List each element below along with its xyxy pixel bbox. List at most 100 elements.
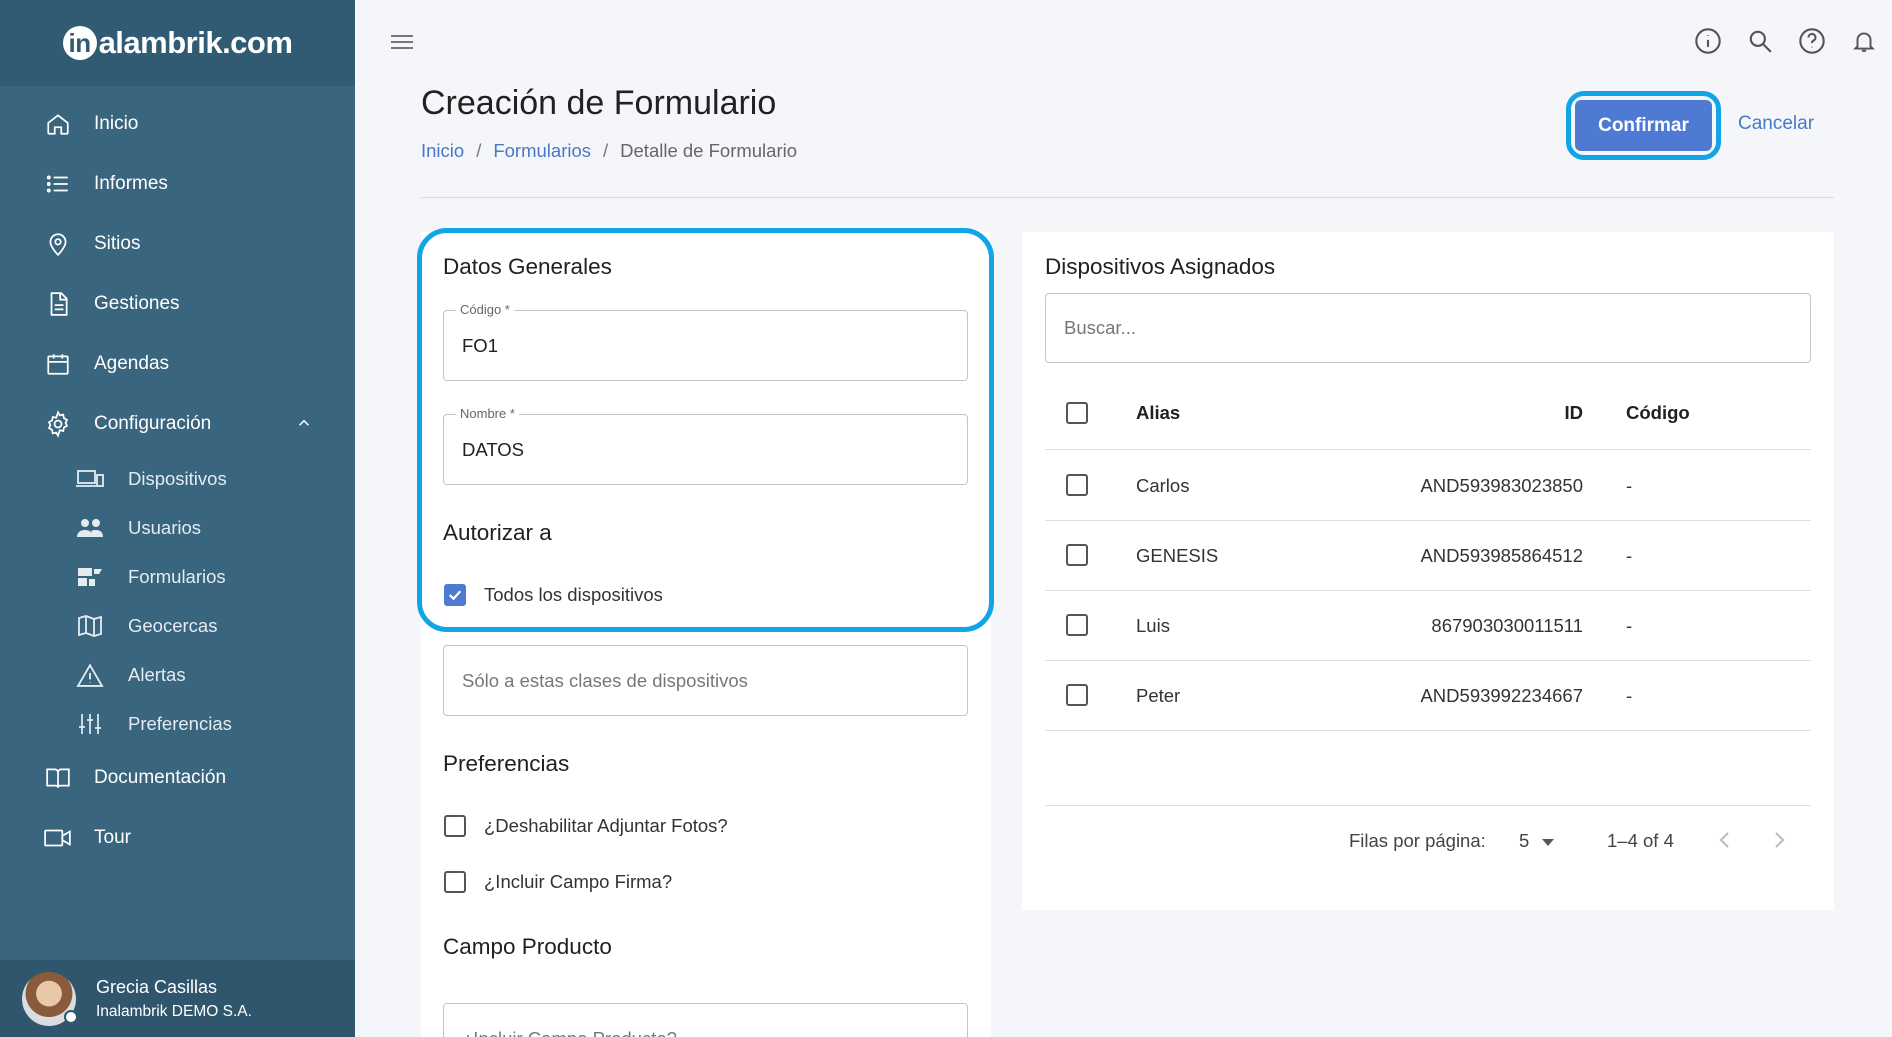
video-icon bbox=[44, 824, 72, 852]
table-row[interactable]: Luis 867903030011511 - bbox=[1045, 591, 1811, 661]
book-icon bbox=[44, 764, 72, 792]
search-icon[interactable] bbox=[1746, 26, 1774, 56]
table-header: Alias ID Código bbox=[1045, 377, 1811, 450]
row-checkbox[interactable] bbox=[1066, 614, 1088, 636]
document-icon bbox=[44, 290, 72, 318]
row-codigo: - bbox=[1626, 615, 1633, 636]
row-checkbox[interactable] bbox=[1066, 544, 1088, 566]
pref-firma-checkbox-row[interactable]: ¿Incluir Campo Firma? bbox=[444, 871, 672, 893]
map-icon bbox=[76, 613, 104, 639]
sidebar: in alambrik.com Inicio Informes Sitios G… bbox=[0, 0, 355, 1037]
table-row[interactable]: Peter AND593992234667 - bbox=[1045, 661, 1811, 731]
breadcrumb-formularios[interactable]: Formularios bbox=[493, 140, 591, 161]
logo-text: alambrik.com bbox=[98, 25, 293, 60]
topbar bbox=[355, 0, 1892, 86]
home-icon bbox=[44, 110, 72, 138]
list-icon bbox=[44, 170, 72, 198]
bell-icon[interactable] bbox=[1850, 26, 1878, 56]
sidebar-item-usuarios[interactable]: Usuarios bbox=[0, 503, 355, 552]
confirm-button[interactable]: Confirmar bbox=[1575, 100, 1712, 151]
help-icon[interactable] bbox=[1798, 26, 1826, 56]
hamburger-menu-icon[interactable] bbox=[389, 30, 415, 54]
row-codigo: - bbox=[1626, 475, 1633, 496]
row-alias: GENESIS bbox=[1136, 545, 1219, 566]
sliders-icon bbox=[76, 711, 104, 737]
pref-fotos-checkbox[interactable] bbox=[444, 815, 466, 837]
users-icon bbox=[76, 515, 104, 541]
sidebar-item-tour[interactable]: Tour bbox=[0, 808, 355, 868]
section-title-datos-generales: Datos Generales bbox=[443, 254, 612, 279]
chevron-right-icon[interactable] bbox=[1771, 830, 1787, 855]
row-id: 867903030011511 bbox=[1431, 615, 1583, 636]
column-header-id[interactable]: ID bbox=[1565, 402, 1584, 424]
breadcrumb: Inicio / Formularios / Detalle de Formulario bbox=[421, 140, 797, 162]
row-checkbox[interactable] bbox=[1066, 474, 1088, 496]
row-checkbox[interactable] bbox=[1066, 684, 1088, 706]
clases-dispositivos-field[interactable] bbox=[443, 645, 968, 716]
user-company: Inalambrik DEMO S.A. bbox=[96, 1002, 252, 1020]
page-title: Creación de Formulario bbox=[421, 84, 777, 122]
todos-dispositivos-label: Todos los dispositivos bbox=[484, 584, 663, 605]
rows-per-page-select[interactable]: 5 bbox=[1519, 830, 1555, 852]
column-header-codigo[interactable]: Código bbox=[1626, 402, 1690, 424]
select-all-checkbox[interactable] bbox=[1066, 402, 1088, 424]
info-icon[interactable] bbox=[1694, 26, 1722, 56]
brand-logo[interactable]: in alambrik.com bbox=[62, 25, 293, 61]
pref-firma-checkbox[interactable] bbox=[444, 871, 466, 893]
row-alias: Carlos bbox=[1136, 475, 1190, 496]
header-divider bbox=[421, 197, 1834, 198]
gear-icon bbox=[44, 410, 72, 438]
sidebar-item-dispositivos[interactable]: Dispositivos bbox=[0, 454, 355, 503]
column-header-alias[interactable]: Alias bbox=[1136, 402, 1180, 424]
location-icon bbox=[44, 230, 72, 258]
calendar-icon bbox=[44, 350, 72, 378]
breadcrumb-separator: / bbox=[476, 140, 482, 161]
sidebar-item-inicio[interactable]: Inicio bbox=[0, 94, 355, 154]
chevron-up-icon[interactable] bbox=[295, 414, 313, 438]
top-icons bbox=[1694, 26, 1878, 56]
sidebar-item-geocercas[interactable]: Geocercas bbox=[0, 601, 355, 650]
rows-per-page-value: 5 bbox=[1519, 830, 1530, 851]
nombre-input[interactable] bbox=[462, 415, 952, 484]
sidebar-item-agendas[interactable]: Agendas bbox=[0, 334, 355, 394]
clases-dispositivos-input[interactable] bbox=[462, 646, 952, 715]
chevron-left-icon[interactable] bbox=[1717, 830, 1733, 855]
row-id: AND593992234667 bbox=[1420, 685, 1583, 706]
sidebar-item-preferencias[interactable]: Preferencias bbox=[0, 699, 355, 748]
breadcrumb-separator: / bbox=[603, 140, 609, 161]
sidebar-item-formularios[interactable]: Formularios bbox=[0, 552, 355, 601]
section-title-campo-producto: Campo Producto bbox=[443, 934, 612, 959]
status-dot bbox=[64, 1009, 78, 1024]
todos-dispositivos-checkbox-row[interactable]: Todos los dispositivos bbox=[444, 584, 663, 606]
row-id: AND593983023850 bbox=[1420, 475, 1583, 496]
pagination-range: 1–4 of 4 bbox=[1607, 830, 1674, 851]
breadcrumb-inicio[interactable]: Inicio bbox=[421, 140, 464, 161]
producto-select[interactable] bbox=[443, 1003, 968, 1037]
todos-dispositivos-checkbox[interactable] bbox=[444, 584, 466, 606]
sidebar-item-informes[interactable]: Informes bbox=[0, 154, 355, 214]
sidebar-item-gestiones[interactable]: Gestiones bbox=[0, 274, 355, 334]
row-id: AND593985864512 bbox=[1420, 545, 1583, 566]
nombre-field[interactable]: Nombre * bbox=[443, 406, 968, 485]
pref-fotos-checkbox-row[interactable]: ¿Deshabilitar Adjuntar Fotos? bbox=[444, 815, 728, 837]
cancel-button[interactable]: Cancelar bbox=[1738, 113, 1814, 135]
devices-search-field[interactable] bbox=[1045, 293, 1811, 363]
table-pagination: Filas por página: 5 1–4 of 4 bbox=[1045, 805, 1811, 875]
codigo-field[interactable]: Código * bbox=[443, 302, 968, 381]
user-profile[interactable]: Grecia Casillas Inalambrik DEMO S.A. bbox=[0, 960, 355, 1037]
table-row[interactable]: Carlos AND593983023850 - bbox=[1045, 451, 1811, 521]
section-title-preferencias: Preferencias bbox=[443, 751, 570, 776]
avatar bbox=[22, 971, 78, 1026]
codigo-input[interactable] bbox=[462, 311, 952, 380]
row-codigo: - bbox=[1626, 545, 1633, 566]
section-title-dispositivos: Dispositivos Asignados bbox=[1045, 254, 1276, 279]
sidebar-item-configuracion[interactable]: Configuración bbox=[0, 394, 355, 454]
sidebar-item-alertas[interactable]: Alertas bbox=[0, 650, 355, 699]
table-row[interactable]: GENESIS AND593985864512 - bbox=[1045, 521, 1811, 591]
devices-search-input[interactable] bbox=[1064, 294, 1784, 362]
sidebar-item-sitios[interactable]: Sitios bbox=[0, 214, 355, 274]
producto-select-input[interactable] bbox=[462, 1004, 952, 1037]
sidebar-item-documentacion[interactable]: Documentación bbox=[0, 748, 355, 808]
confirm-highlight: Confirmar bbox=[1566, 91, 1721, 160]
row-alias: Luis bbox=[1136, 615, 1170, 636]
